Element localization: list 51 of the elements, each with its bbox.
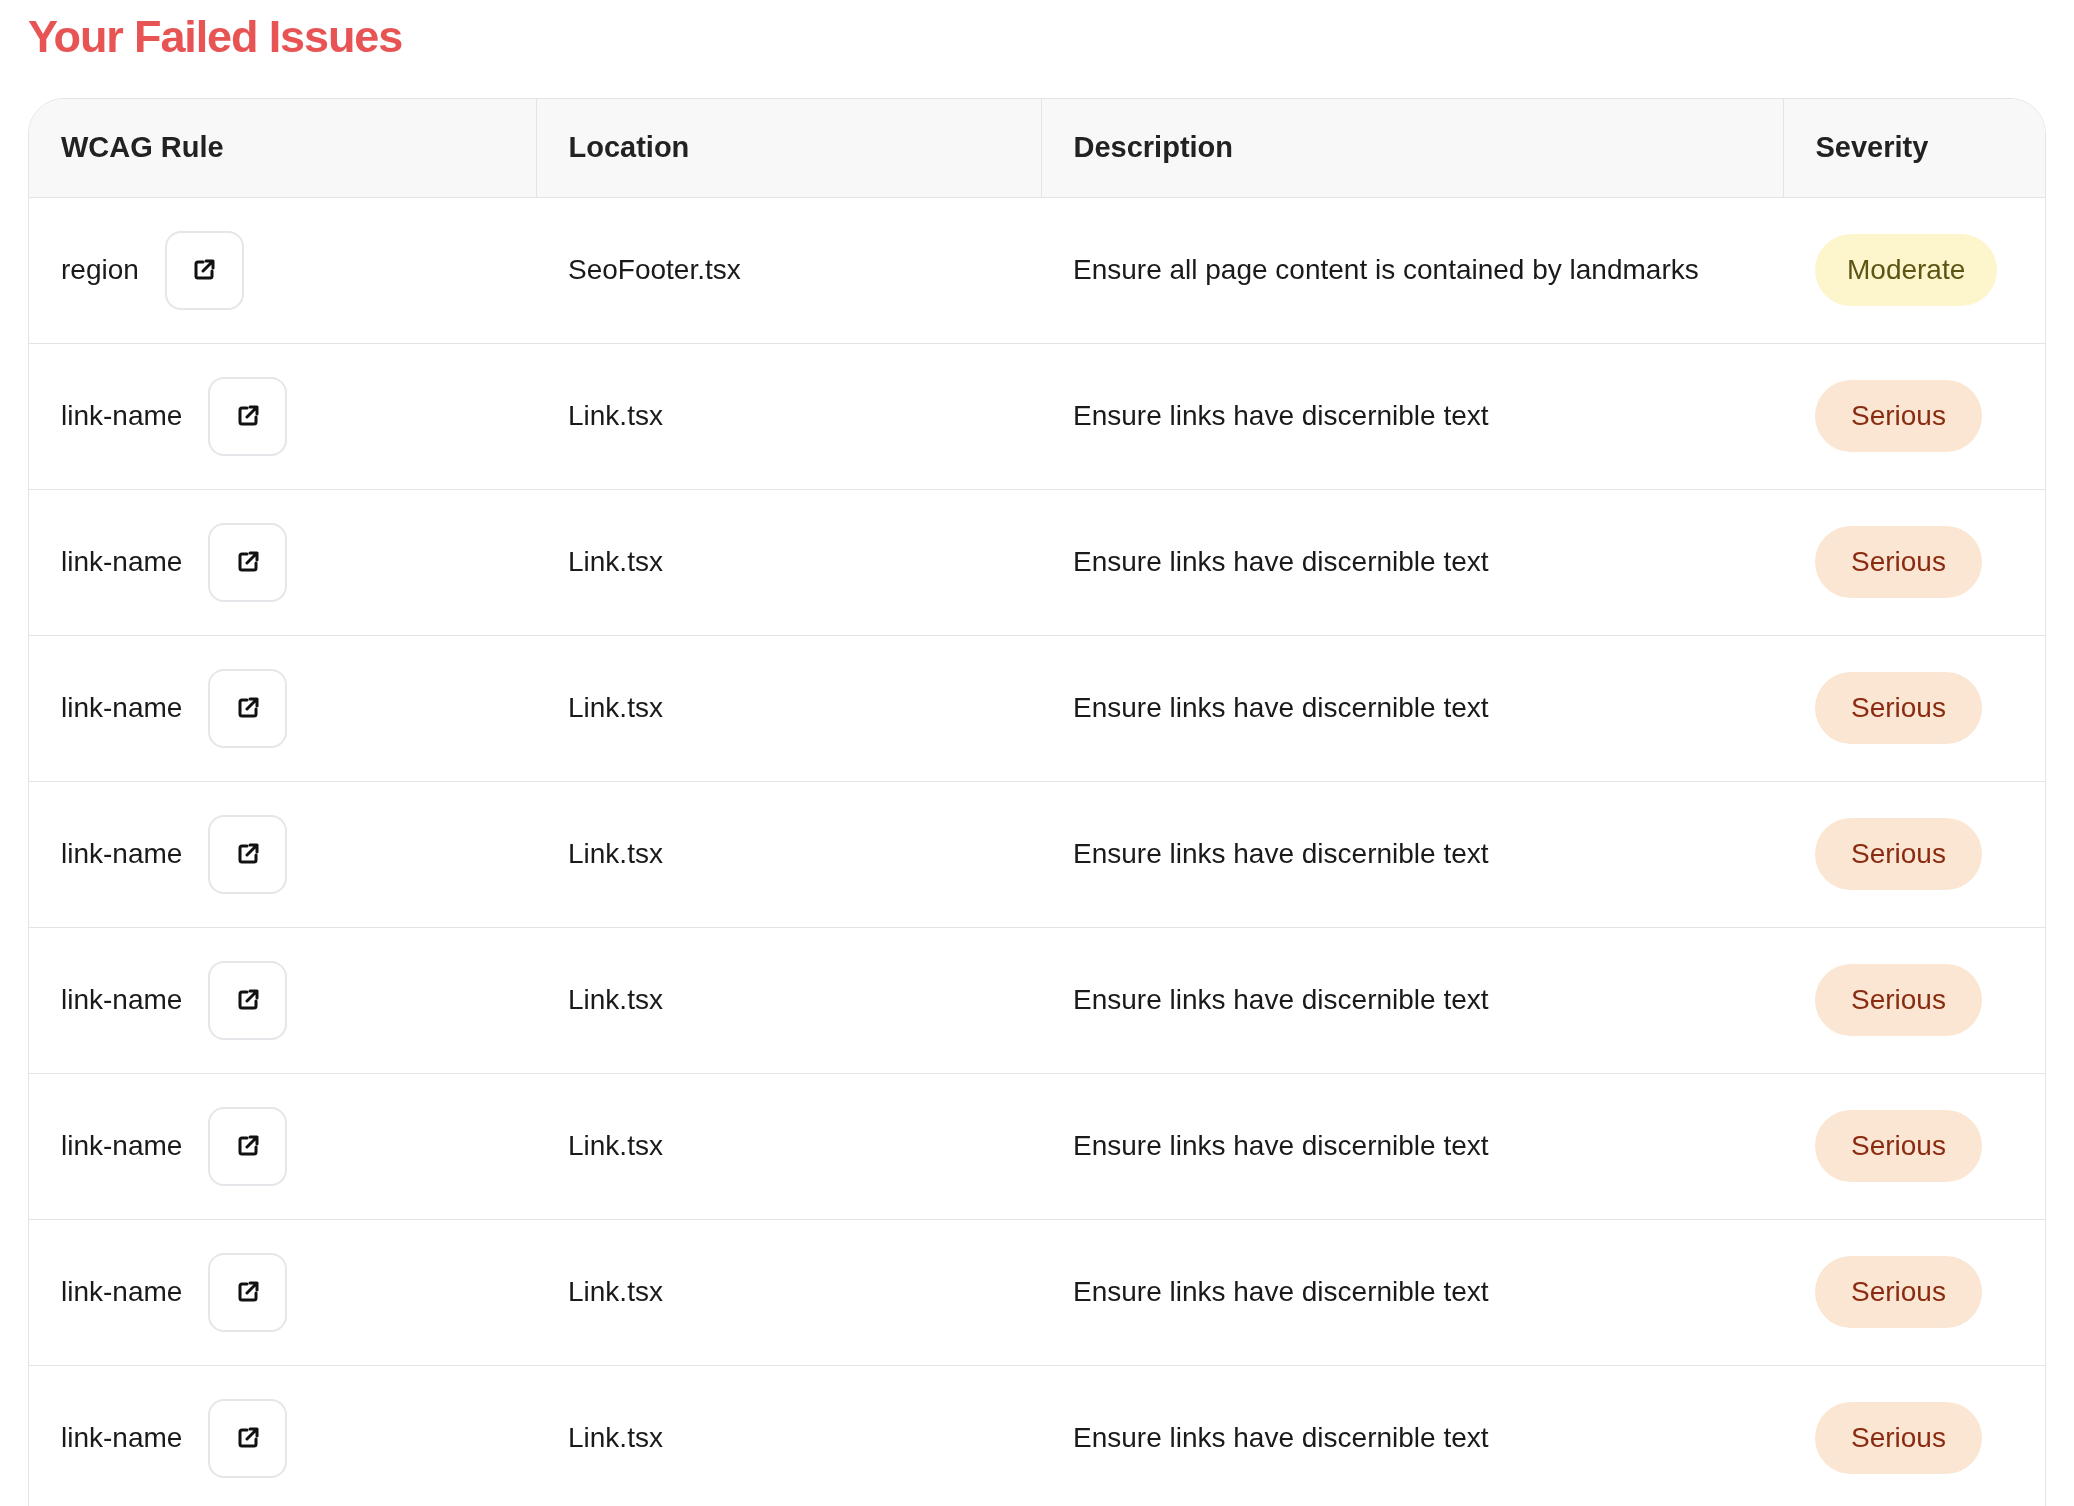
external-link-icon (192, 258, 217, 282)
open-link-button[interactable] (164, 230, 244, 310)
rule-name: link-name (61, 691, 183, 725)
file-location: Link.tsx (568, 692, 663, 723)
file-location: Link.tsx (568, 838, 663, 869)
issue-description: Ensure links have discernible text (1073, 984, 1489, 1015)
rule-name: link-name (61, 837, 183, 871)
rule-name: link-name (61, 399, 183, 433)
open-link-button[interactable] (208, 522, 288, 602)
severity-badge: Serious (1815, 380, 1982, 452)
column-header: Location (568, 131, 690, 163)
severity-badge: Moderate (1815, 234, 1998, 306)
open-link-button[interactable] (208, 814, 288, 894)
file-location: Link.tsx (568, 400, 663, 431)
issue-description: Ensure links have discernible text (1073, 400, 1489, 431)
issue-description: Ensure all page content is contained by landmarks (1073, 254, 1699, 285)
column-header: Severity (1815, 131, 1929, 163)
issue-description: Ensure links have discernible text (1073, 1130, 1489, 1161)
issue-description: Ensure links have discernible text (1073, 1422, 1489, 1454)
rule-name: region (61, 253, 139, 287)
file-location: Link.tsx (568, 1130, 663, 1161)
file-location: Link.tsx (568, 1422, 663, 1454)
file-location: Link.tsx (568, 546, 663, 577)
severity-badge: Serious (1815, 672, 1982, 744)
open-link-button[interactable] (208, 668, 288, 748)
file-location: SeoFooter.tsx (568, 254, 741, 285)
rule-name: link-name (61, 1421, 183, 1456)
severity-badge: Serious (1815, 964, 1982, 1036)
issue-description: Ensure links have discernible text (1073, 838, 1489, 869)
column-header: Description (1073, 131, 1234, 163)
open-link-button[interactable] (208, 960, 288, 1040)
page-title: Your Failed Issues (28, 10, 404, 64)
column-header: WCAG Rule (61, 131, 224, 163)
rule-name: link-name (61, 983, 183, 1017)
rule-name: link-name (61, 1129, 183, 1163)
rule-name: link-name (61, 545, 183, 579)
open-link-button[interactable] (208, 376, 288, 456)
open-link-button[interactable] (208, 1106, 288, 1186)
open-link-button[interactable] (208, 1398, 288, 1478)
issue-description: Ensure links have discernible text (1073, 1276, 1489, 1307)
severity-badge: Serious (1815, 818, 1982, 890)
rule-name: link-name (61, 1275, 183, 1309)
issue-description: Ensure links have discernible text (1073, 546, 1489, 577)
issue-description: Ensure links have discernible text (1073, 692, 1489, 723)
severity-badge: Serious (1815, 1110, 1982, 1182)
severity-badge: Serious (1815, 1256, 1982, 1328)
file-location: Link.tsx (568, 1276, 663, 1307)
severity-badge: Serious (1815, 1402, 1982, 1475)
severity-badge: Serious (1815, 526, 1982, 598)
open-link-button[interactable] (208, 1252, 288, 1332)
file-location: Link.tsx (568, 984, 663, 1015)
